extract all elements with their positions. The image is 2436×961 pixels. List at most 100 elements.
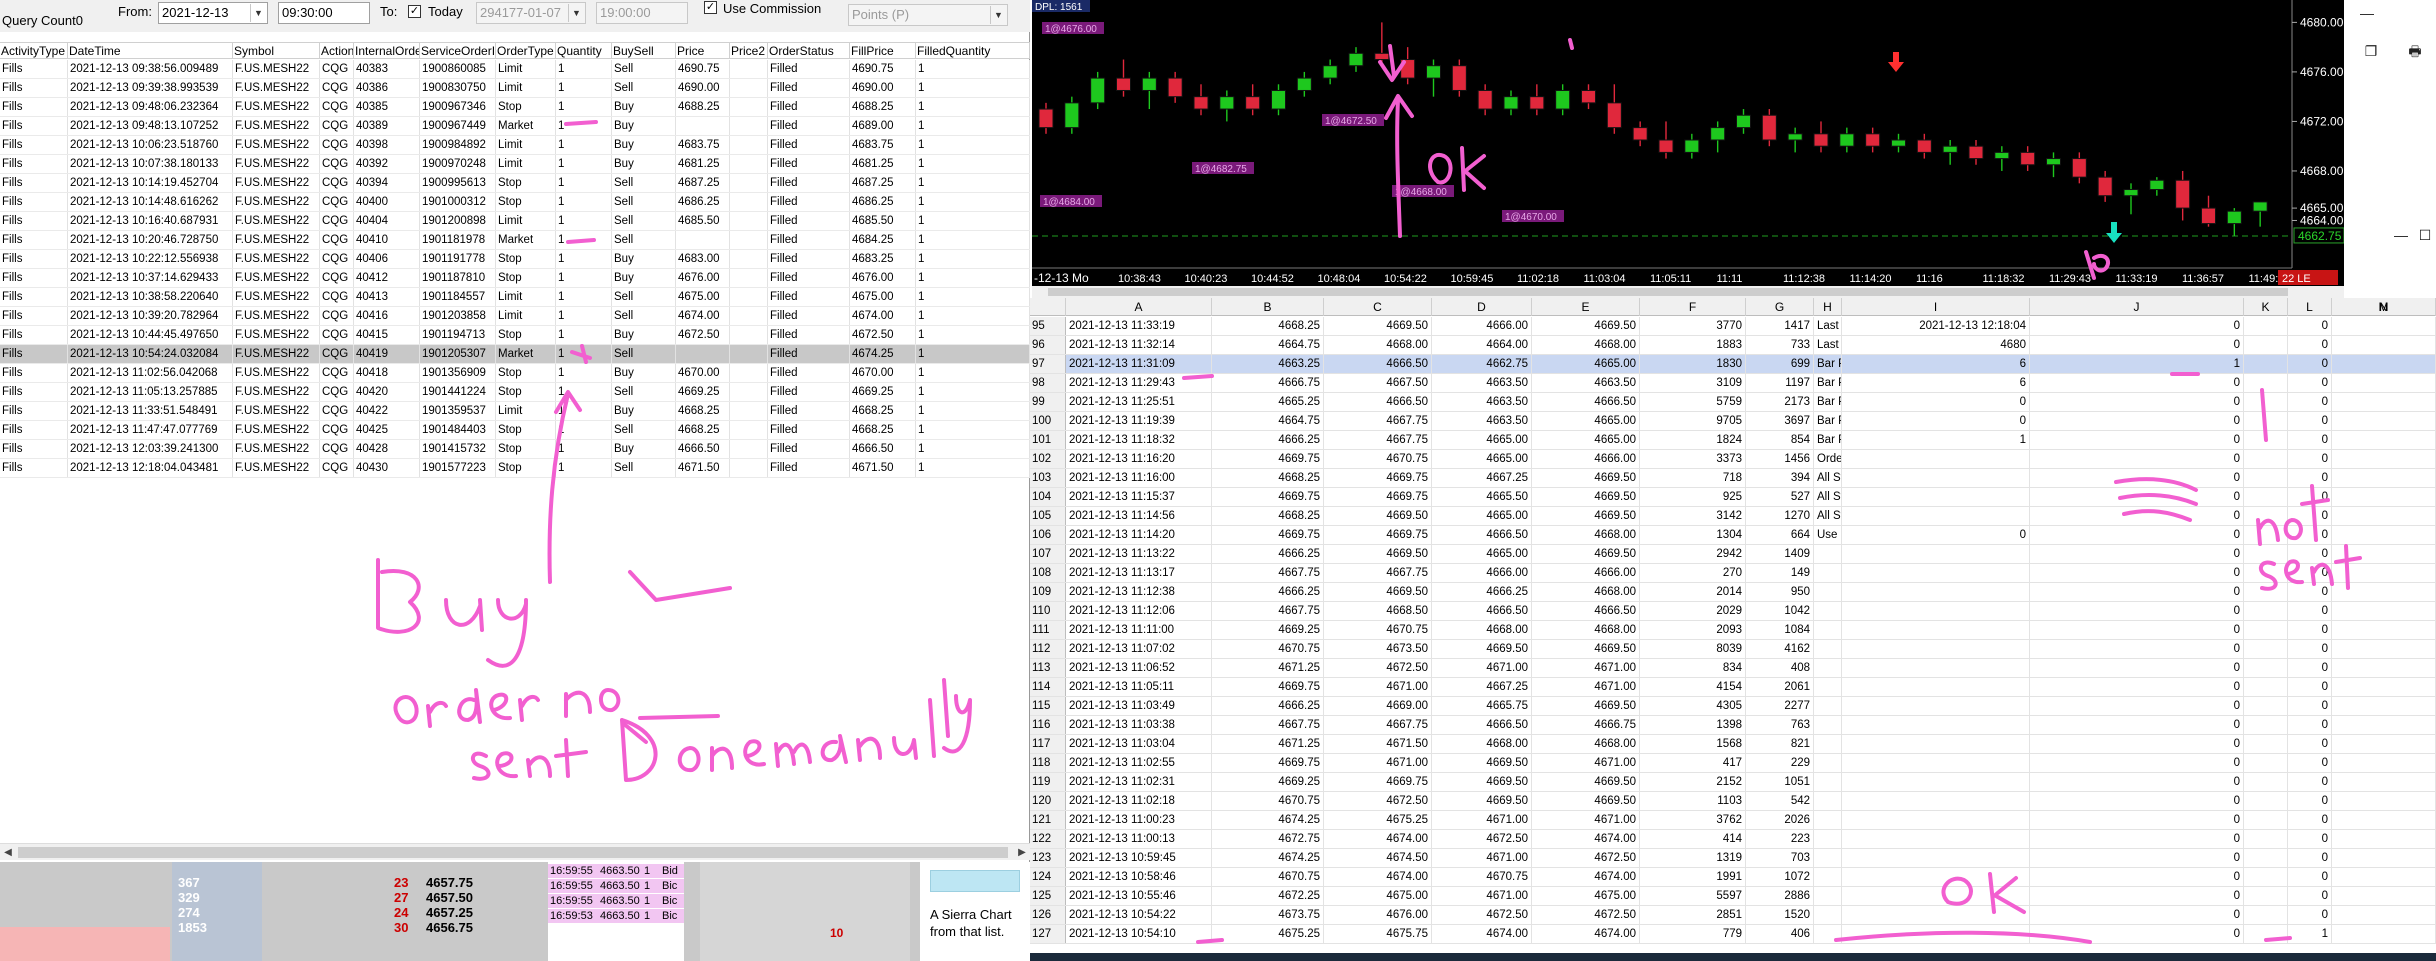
- sheet-cell[interactable]: 4674.00: [1532, 925, 1640, 943]
- sheet-cell[interactable]: 4666.25: [1432, 583, 1532, 601]
- sheet-cell[interactable]: [1842, 488, 2030, 506]
- sheet-cell[interactable]: 0: [2030, 830, 2244, 848]
- sheet-cell[interactable]: 2021-12-13 11:14:56: [1066, 507, 1212, 525]
- sheet-cell[interactable]: 4675.25: [1324, 811, 1432, 829]
- sheet-cell[interactable]: [1842, 868, 2030, 886]
- sheet-cell[interactable]: 0: [2030, 393, 2244, 411]
- sheet-row[interactable]: 104 2021-12-13 11:15:37 4669.75 4669.75 4665…: [1030, 488, 2436, 507]
- sheet-cell[interactable]: 4663.25: [1212, 355, 1324, 373]
- sheet-cell[interactable]: 4669.75: [1212, 526, 1324, 544]
- sheet-cell[interactable]: [1814, 583, 1842, 601]
- sheet-cell[interactable]: 0: [2030, 773, 2244, 791]
- column-header-3[interactable]: Action: [320, 43, 354, 59]
- sheet-cell[interactable]: 664: [1746, 526, 1814, 544]
- sheet-row[interactable]: 126 2021-12-13 10:54:22 4673.75 4676.00 4672…: [1030, 906, 2436, 925]
- sheet-cell[interactable]: 4669.50: [1532, 507, 1640, 525]
- sheet-cell[interactable]: 4667.75: [1324, 431, 1432, 449]
- table-row[interactable]: Fills 2021-12-13 11:33:51.548491 F.US.MESH…: [0, 402, 1030, 421]
- column-header-2[interactable]: Symbol: [233, 43, 320, 59]
- sheet-cell[interactable]: 2021-12-13 11:02:31: [1066, 773, 1212, 791]
- sheet-cell[interactable]: 0: [2030, 621, 2244, 639]
- sheet-cell[interactable]: 0: [2030, 659, 2244, 677]
- column-letter-F[interactable]: F: [1640, 298, 1746, 316]
- sheet-cell[interactable]: [2332, 317, 2436, 335]
- sheet-cell[interactable]: 4668.00: [1432, 735, 1532, 753]
- sheet-cell[interactable]: 4671.00: [1432, 659, 1532, 677]
- sheet-cell[interactable]: 4666.00: [1432, 317, 1532, 335]
- sheet-cell[interactable]: 4672.50: [1324, 659, 1432, 677]
- sheet-cell[interactable]: 0: [2030, 906, 2244, 924]
- table-row[interactable]: Fills 2021-12-13 09:39:38.993539 F.US.MESH…: [0, 79, 1030, 98]
- table-row[interactable]: Fills 2021-12-13 10:22:12.556938 F.US.MESH…: [0, 250, 1030, 269]
- sheet-cell[interactable]: 0: [2288, 640, 2332, 658]
- sheet-cell[interactable]: 4666.50: [1432, 716, 1532, 734]
- sheet-cell[interactable]: [2332, 602, 2436, 620]
- sheet-cell[interactable]: 417: [1640, 754, 1746, 772]
- sheet-cell[interactable]: 2021-12-13 12:18:04: [1842, 317, 2030, 335]
- sheet-cell[interactable]: 0: [2030, 526, 2244, 544]
- column-letter-C[interactable]: C: [1324, 298, 1432, 316]
- sheet-row[interactable]: 113 2021-12-13 11:06:52 4671.25 4672.50 4671…: [1030, 659, 2436, 678]
- sheet-cell[interactable]: [2244, 849, 2288, 867]
- sheet-cell[interactable]: [1842, 564, 2030, 582]
- sheet-cell[interactable]: 0: [2030, 488, 2244, 506]
- sheet-cell[interactable]: [2332, 564, 2436, 582]
- column-letter-K[interactable]: K: [2244, 298, 2288, 316]
- sheet-row[interactable]: 97 2021-12-13 11:31:09 4663.25 4666.50 4662.…: [1030, 355, 2436, 374]
- sheet-cell[interactable]: 0: [2288, 868, 2332, 886]
- sheet-cell[interactable]: 0: [2288, 659, 2332, 677]
- column-header-0[interactable]: ActivityType: [0, 43, 68, 59]
- sheet-cell[interactable]: [1814, 792, 1842, 810]
- sheet-cell[interactable]: 0: [2030, 735, 2244, 753]
- sheet-cell[interactable]: 1883: [1640, 336, 1746, 354]
- sheet-cell[interactable]: [1814, 925, 1842, 943]
- use-commission-checkbox[interactable]: ✓: [704, 1, 717, 14]
- sheet-cell[interactable]: [1842, 621, 2030, 639]
- sheet-row[interactable]: 110 2021-12-13 11:12:06 4667.75 4668.50 4666…: [1030, 602, 2436, 621]
- sheet-cell[interactable]: 4662.75: [1432, 355, 1532, 373]
- sheet-cell[interactable]: 1304: [1640, 526, 1746, 544]
- units-select[interactable]: Points (P) ▼: [848, 4, 1008, 26]
- sheet-cell[interactable]: 0: [2030, 678, 2244, 696]
- price-chart[interactable]: 4680.00 4676.00 4672.00 4668.00 4665.00 4664.…: [1032, 0, 2344, 298]
- sheet-cell[interactable]: [1814, 678, 1842, 696]
- from-time-field[interactable]: 09:30:00: [278, 2, 370, 24]
- sheet-cell[interactable]: 0: [2030, 545, 2244, 563]
- sheet-cell[interactable]: 4669.50: [1532, 469, 1640, 487]
- sheet-cell[interactable]: 4669.50: [1532, 773, 1640, 791]
- sheet-cell[interactable]: 1103: [1640, 792, 1746, 810]
- sheet-cell[interactable]: 0: [2030, 374, 2244, 392]
- sheet-cell[interactable]: 4671.00: [1324, 754, 1432, 772]
- sheet-cell[interactable]: 2021-12-13 11:32:14: [1066, 336, 1212, 354]
- sheet-cell[interactable]: 394: [1746, 469, 1814, 487]
- sheet-cell[interactable]: 5759: [1640, 393, 1746, 411]
- sheet-cell[interactable]: 0: [2288, 621, 2332, 639]
- sheet-cell[interactable]: 4666.50: [1324, 393, 1432, 411]
- sheet-cell[interactable]: 4672.50: [1324, 792, 1432, 810]
- sheet-cell[interactable]: 4669.50: [1532, 317, 1640, 335]
- sheet-cell[interactable]: 4669.75: [1324, 773, 1432, 791]
- sheet-cell[interactable]: 2021-12-13 11:16:00: [1066, 469, 1212, 487]
- sheet-cell[interactable]: 2173: [1746, 393, 1814, 411]
- sheet-cell[interactable]: [2332, 735, 2436, 753]
- table-row[interactable]: Fills 2021-12-13 09:48:13.107252 F.US.MESH…: [0, 117, 1030, 136]
- sheet-cell[interactable]: 1270: [1746, 507, 1814, 525]
- sheet-cell[interactable]: 8039: [1640, 640, 1746, 658]
- sheet-cell[interactable]: 0: [2030, 811, 2244, 829]
- sheet-cell[interactable]: 4670.75: [1212, 792, 1324, 810]
- sheet-cell[interactable]: [2244, 317, 2288, 335]
- sheet-cell[interactable]: 0: [2288, 754, 2332, 772]
- sheet-cell[interactable]: Bar Parameter 4 (read-only):: [1814, 431, 1842, 449]
- sheet-cell[interactable]: [2244, 583, 2288, 601]
- sheet-cell[interactable]: 0: [2288, 355, 2332, 373]
- sheet-cell[interactable]: 0: [2030, 697, 2244, 715]
- sheet-cell[interactable]: 2021-12-13 11:19:39: [1066, 412, 1212, 430]
- sheet-cell[interactable]: 4669.50: [1324, 545, 1432, 563]
- sheet-cell[interactable]: [2244, 488, 2288, 506]
- table-row[interactable]: Fills 2021-12-13 10:07:38.180133 F.US.MESH…: [0, 155, 1030, 174]
- sheet-cell[interactable]: 4663.50: [1432, 412, 1532, 430]
- sheet-cell[interactable]: 1: [1842, 431, 2030, 449]
- sheet-cell[interactable]: [1814, 545, 1842, 563]
- table-row[interactable]: Fills 2021-12-13 11:47:47.077769 F.US.MESH…: [0, 421, 1030, 440]
- sheet-cell[interactable]: [2332, 868, 2436, 886]
